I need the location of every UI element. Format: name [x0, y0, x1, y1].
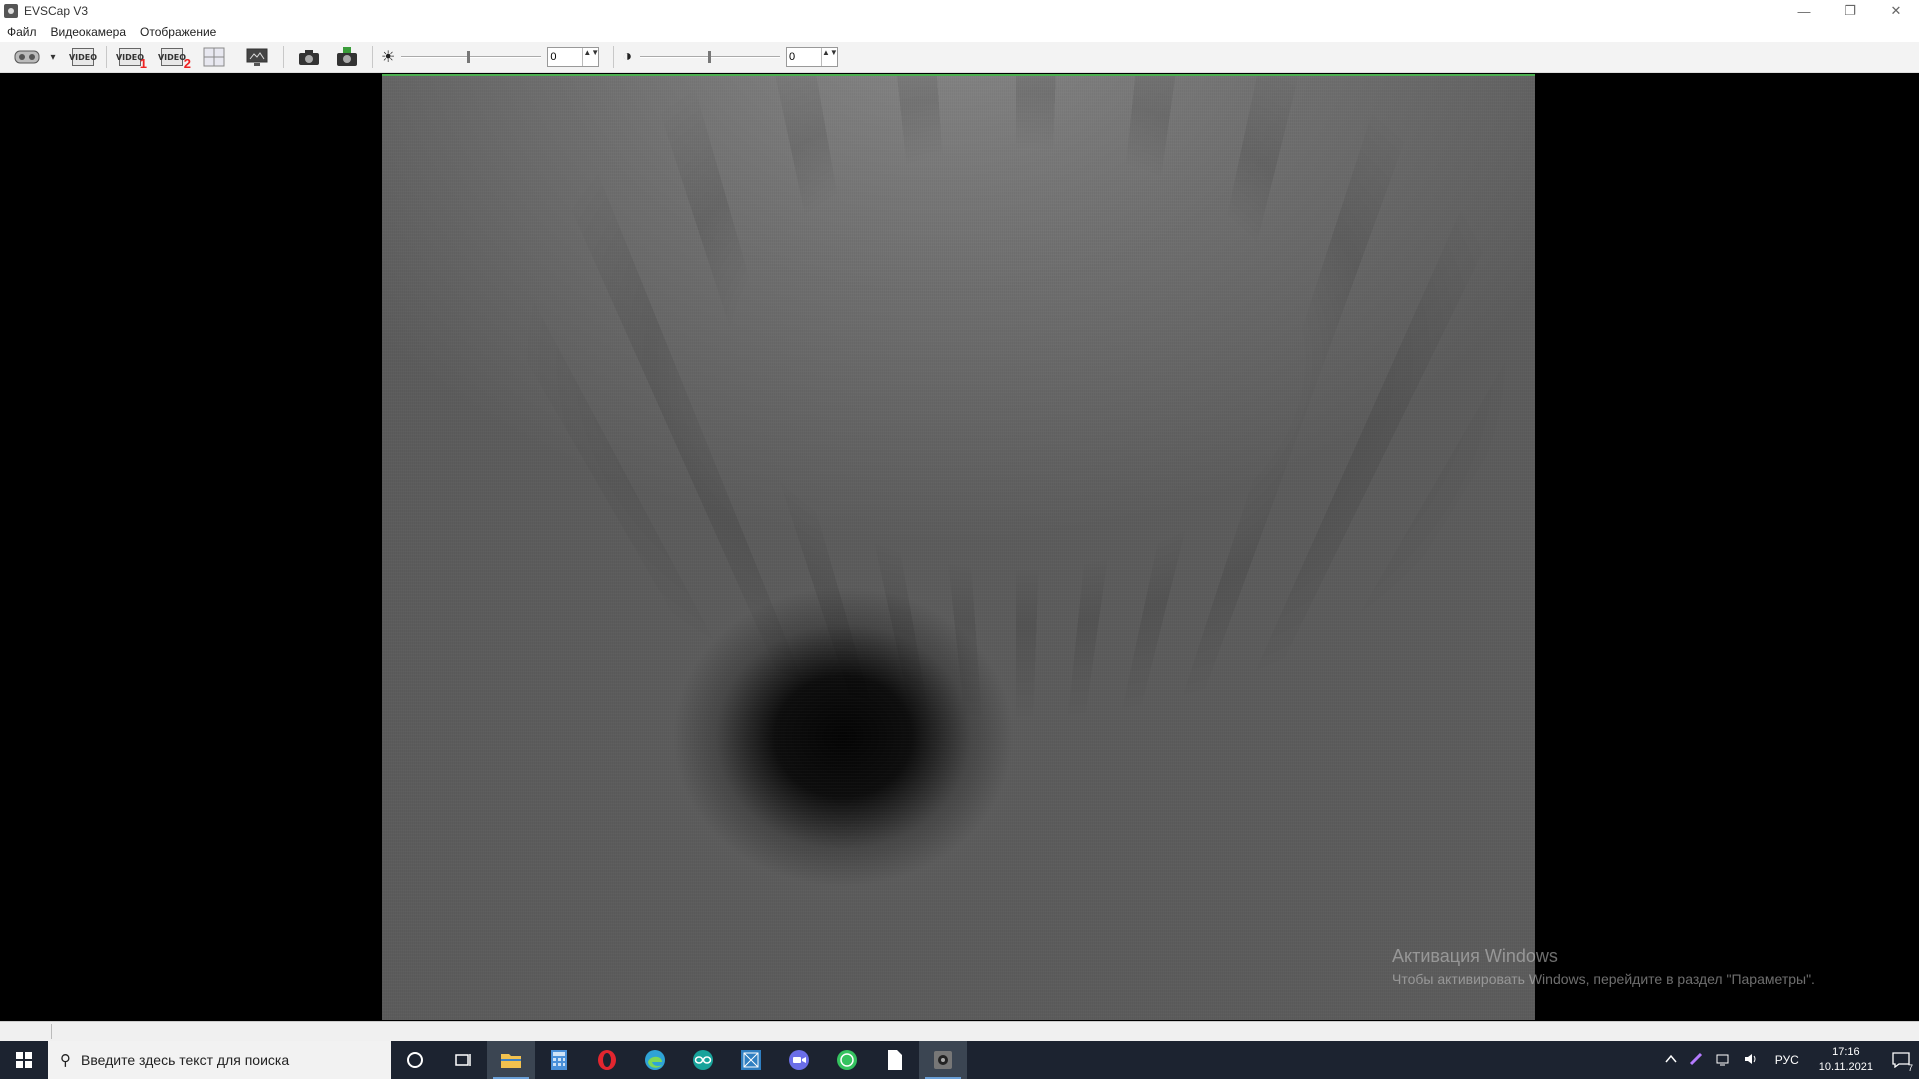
video-settings-button[interactable]: VIDEO: [66, 44, 100, 70]
grid-view-button[interactable]: [195, 44, 233, 70]
slider-thumb[interactable]: [467, 51, 471, 63]
status-segment: [0, 1024, 52, 1039]
start-button[interactable]: [0, 1041, 48, 1079]
chevron-down-icon: ▾: [50, 51, 56, 63]
video-frame[interactable]: [382, 74, 1535, 1020]
grid-icon: [203, 47, 225, 67]
taskbar-cortana[interactable]: [391, 1041, 439, 1079]
zoom-icon: [789, 1050, 809, 1070]
taskbar-file-explorer[interactable]: [487, 1041, 535, 1079]
brightness-slider[interactable]: [401, 47, 542, 67]
toolbar-separator: [283, 46, 284, 68]
channel-2-badge: 2: [183, 56, 191, 71]
snapshot-button[interactable]: [290, 44, 328, 70]
search-input[interactable]: [81, 1052, 371, 1068]
spin-arrows-icon[interactable]: ▲▼: [582, 48, 599, 66]
window-title: EVSCap V3: [24, 4, 89, 18]
menu-bar: Файл Видеокамера Отображение: [0, 22, 1919, 42]
monitor-icon: [246, 48, 268, 66]
menu-file[interactable]: Файл: [7, 25, 37, 39]
window-controls: — ❐ ✕: [1781, 0, 1919, 22]
chevron-up-icon[interactable]: [1665, 1053, 1677, 1067]
task-view-icon: [455, 1054, 471, 1066]
notification-center-button[interactable]: 7: [1883, 1041, 1919, 1079]
video-radial-pattern: [382, 76, 1535, 1020]
calculator-icon: [551, 1050, 567, 1070]
restore-button[interactable]: ❐: [1827, 0, 1873, 22]
menu-camera[interactable]: Видеокамера: [51, 25, 127, 39]
camera-record-icon: [337, 47, 357, 66]
device-dropdown-button[interactable]: ▾: [46, 44, 60, 70]
system-tray: РУС 17:16 10.11.2021 7: [1659, 1041, 1919, 1079]
taskbar-whatsapp[interactable]: [823, 1041, 871, 1079]
fullscreen-button[interactable]: [237, 44, 277, 70]
clock-date: 10.11.2021: [1818, 1061, 1873, 1073]
taskbar-arduino[interactable]: [679, 1041, 727, 1079]
arduino-icon: [693, 1050, 713, 1070]
video-icon: VIDEO: [69, 48, 97, 66]
video-icon: VIDEO: [158, 48, 186, 66]
taskbar-edge[interactable]: [631, 1041, 679, 1079]
activation-watermark: Активация Windows Чтобы активировать Win…: [1392, 946, 1815, 987]
taskbar-zoom[interactable]: [775, 1041, 823, 1079]
search-icon: ⚲: [60, 1052, 71, 1069]
app-window: EVSCap V3 — ❐ ✕ Файл Видеокамера Отображ…: [0, 0, 1919, 1079]
status-bar: [0, 1021, 1919, 1041]
contrast-spinbox[interactable]: ▲▼: [786, 47, 839, 67]
device-select-button[interactable]: [8, 44, 46, 70]
opera-icon: [598, 1050, 616, 1070]
pen-icon[interactable]: [1689, 1052, 1703, 1069]
activation-title: Активация Windows: [1392, 946, 1558, 966]
taskbar-notepad[interactable]: [871, 1041, 919, 1079]
taskbar-search[interactable]: ⚲: [48, 1041, 391, 1079]
slider-thumb[interactable]: [708, 51, 712, 63]
clock-time: 17:16: [1832, 1046, 1860, 1058]
video-channel-2-button[interactable]: VIDEO 2: [153, 44, 191, 70]
folder-icon: [501, 1054, 521, 1068]
contrast-slider[interactable]: [640, 47, 781, 67]
video-display-area: [0, 73, 1919, 1021]
taskbar-evscap[interactable]: [919, 1041, 967, 1079]
activation-subtitle: Чтобы активировать Windows, перейдите в …: [1392, 971, 1815, 987]
windows-taskbar: ⚲ Введите здесь текст для поиска РУС 17:…: [0, 1041, 1919, 1079]
brightness-icon: ☀: [381, 49, 396, 66]
taskbar-calculator[interactable]: [535, 1041, 583, 1079]
language-indicator[interactable]: РУС: [1775, 1053, 1799, 1067]
title-bar: EVSCap V3 — ❐ ✕: [0, 0, 1919, 22]
close-button[interactable]: ✕: [1873, 0, 1919, 22]
contrast-icon: ◑: [622, 48, 633, 65]
app-camera-icon: [4, 4, 18, 18]
whatsapp-icon: [837, 1050, 857, 1070]
record-button[interactable]: [328, 44, 366, 70]
minimize-button[interactable]: —: [1781, 0, 1827, 22]
evscap-icon: [934, 1051, 952, 1069]
brightness-spinbox[interactable]: ▲▼: [547, 47, 600, 67]
clock[interactable]: 17:16 10.11.2021: [1819, 1045, 1873, 1075]
edge-icon: [645, 1050, 665, 1070]
document-icon: [888, 1050, 902, 1070]
webcam-icon: [14, 50, 40, 64]
taskbar-task-view[interactable]: [439, 1041, 487, 1079]
toolbar-separator: [372, 46, 373, 68]
windows-logo-icon: [16, 1052, 32, 1068]
toolbar: ▾ VIDEO VIDEO 1 VIDEO 2 ☀ 0 ▲▼ ◑ 0 ▲▼: [0, 42, 1919, 73]
cortana-icon: [407, 1052, 423, 1068]
video-icon: VIDEO: [116, 48, 144, 66]
toolbar-separator: [106, 46, 107, 68]
taskbar-opera[interactable]: [583, 1041, 631, 1079]
channel-1-badge: 1: [139, 56, 147, 71]
video-channel-1-button[interactable]: VIDEO 1: [113, 44, 147, 70]
notification-count: 7: [1907, 1063, 1913, 1073]
app-frame-icon: [741, 1050, 761, 1070]
spin-arrows-icon[interactable]: ▲▼: [821, 48, 838, 66]
slider-track: [401, 56, 542, 58]
brightness-value-input[interactable]: [548, 51, 581, 63]
network-icon[interactable]: [1715, 1052, 1731, 1069]
volume-icon[interactable]: [1743, 1052, 1759, 1069]
menu-display[interactable]: Отображение: [140, 25, 216, 39]
camera-icon: [299, 50, 319, 65]
toolbar-separator: [613, 46, 615, 68]
contrast-value-input[interactable]: [787, 51, 820, 63]
taskbar-app-blue[interactable]: [727, 1041, 775, 1079]
